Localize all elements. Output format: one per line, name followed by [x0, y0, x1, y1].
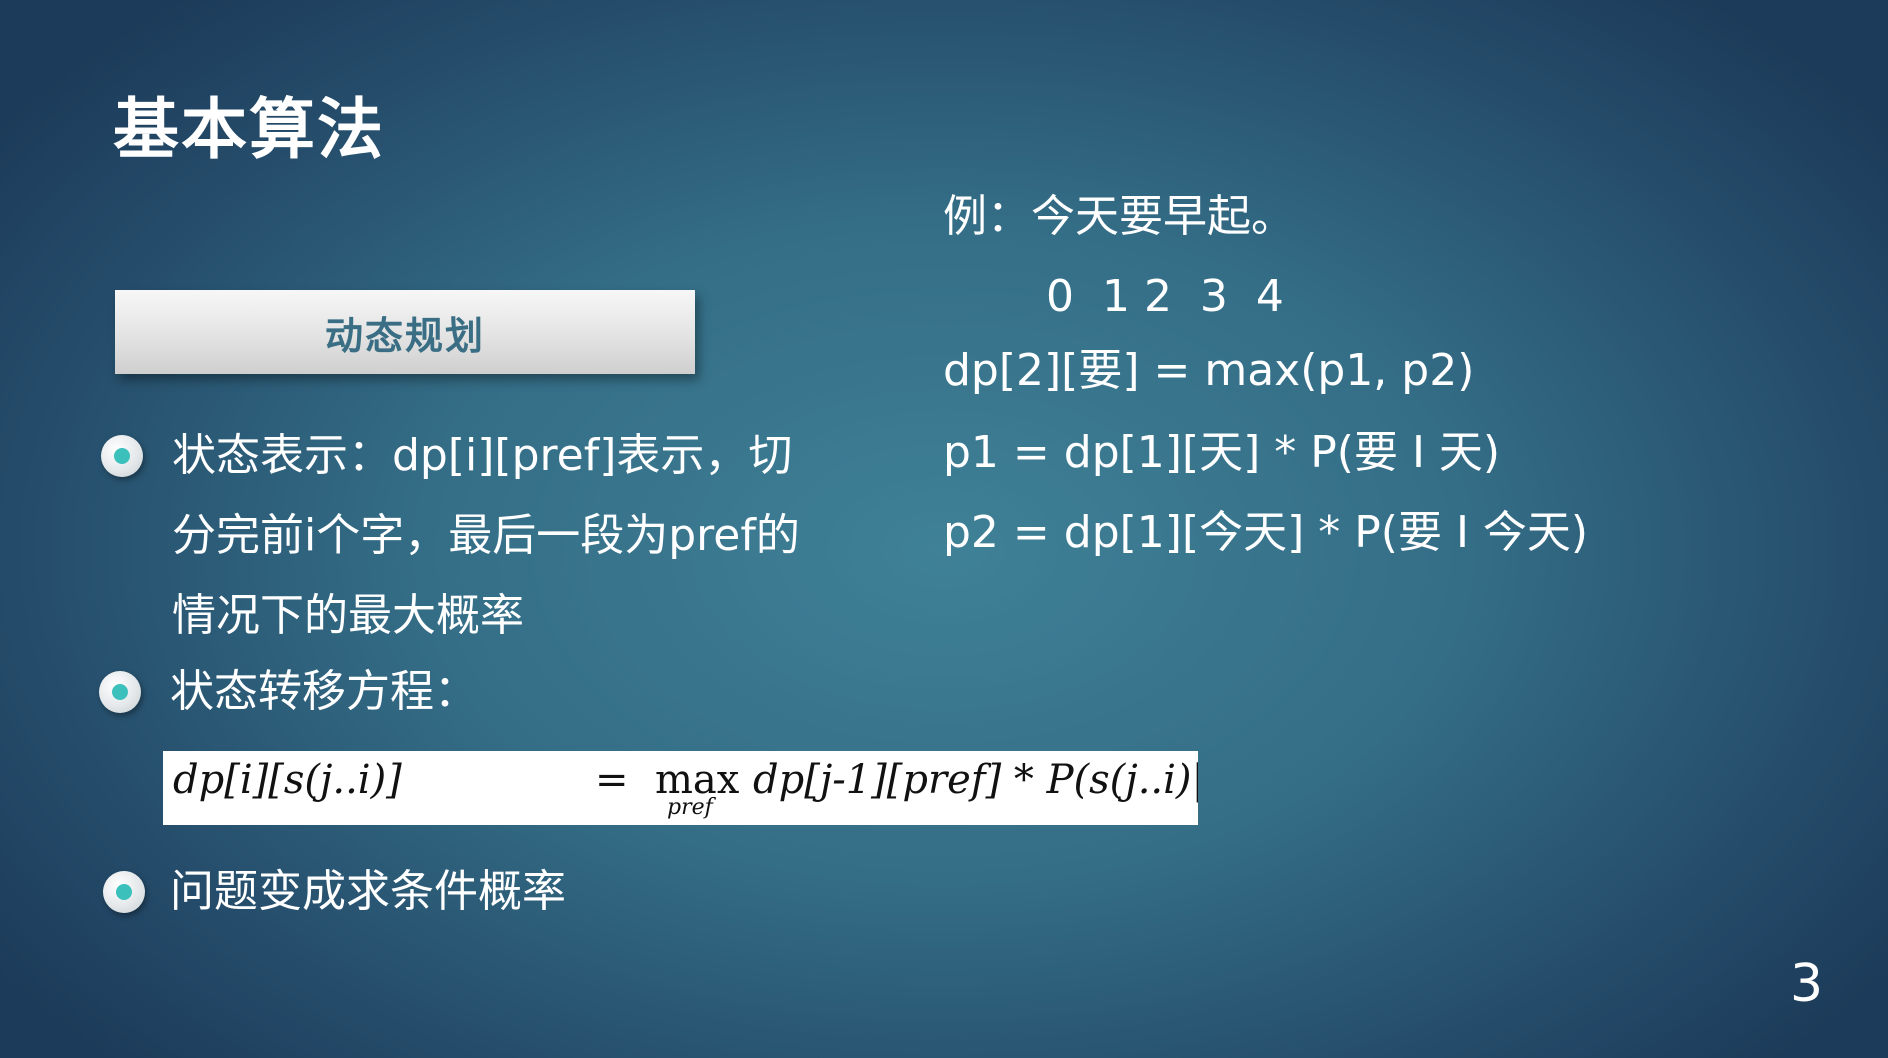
- example-line-p1: p1 = dp[1][天] * P(要 I 天): [943, 427, 1501, 478]
- formula-right: dp[j-1][pref] * P(s(j..i)|pref): [753, 757, 1198, 803]
- bullet-1-line-2: 分完前i个字，最后一段为pref的: [172, 510, 800, 561]
- bullet-marker-icon: [101, 435, 143, 477]
- example-line-p2: p2 = dp[1][今天] * P(要 I 今天): [943, 507, 1589, 558]
- bullet-1-line-3: 情况下的最大概率: [172, 590, 524, 641]
- section-label-box: 动态规划: [115, 290, 695, 374]
- formula-left: dp[i][s(j..i)]: [173, 757, 402, 803]
- formula-max-subscript: pref: [667, 795, 713, 820]
- formula-equals: =: [595, 757, 629, 803]
- bullet-2-line-1: 状态转移方程：: [170, 666, 478, 717]
- bullet-3-line-1: 问题变成求条件概率: [170, 866, 566, 917]
- bullet-marker-icon: [103, 871, 145, 913]
- bullet-marker-icon: [99, 671, 141, 713]
- slide-title: 基本算法: [113, 91, 385, 168]
- example-indices: 0 1 2 3 4: [1046, 271, 1284, 322]
- transition-formula: dp[i][s(j..i)] = max pref dp[j-1][pref] …: [163, 751, 1198, 825]
- slide: 基本算法 动态规划 状态表示：dp[i][pref]表示，切 分完前i个字，最后…: [0, 0, 1888, 1058]
- section-label: 动态规划: [324, 313, 485, 358]
- page-number: 3: [1790, 954, 1824, 1014]
- example-heading: 例：今天要早起。: [943, 191, 1295, 242]
- bullet-1-line-1: 状态表示：dp[i][pref]表示，切: [172, 430, 793, 481]
- example-line-dp: dp[2][要] = max(p1, p2): [943, 345, 1475, 396]
